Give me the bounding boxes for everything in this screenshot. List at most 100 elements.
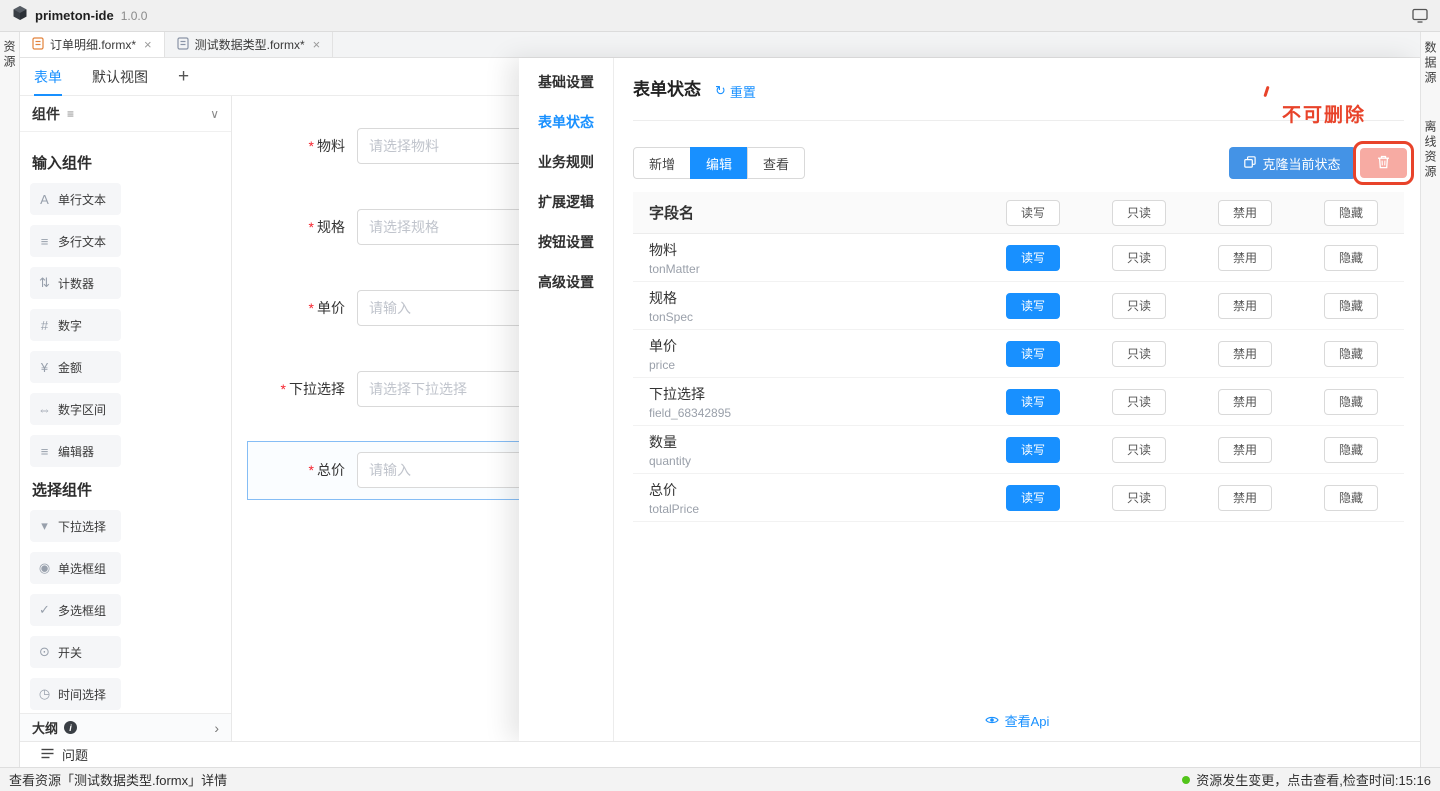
clone-current-state-button[interactable]: 克隆当前状态 xyxy=(1229,147,1356,179)
component-item-multiline-text[interactable]: ≡多行文本 xyxy=(30,225,121,257)
tab-label: 订单明细.formx* xyxy=(50,36,136,53)
mode-readwrite-button[interactable]: 读写 xyxy=(1006,437,1060,463)
tab-test-data-type[interactable]: 测试数据类型.formx* × xyxy=(165,32,334,57)
mode-disabled-button[interactable]: 禁用 xyxy=(1218,437,1272,463)
header-hidden-button[interactable]: 隐藏 xyxy=(1324,200,1378,226)
close-icon[interactable]: × xyxy=(144,37,152,52)
field-label: *物料 xyxy=(232,136,345,156)
page-title: 表单状态 xyxy=(633,75,701,100)
menu-basic-settings[interactable]: 基础设置 xyxy=(519,62,613,102)
switch-icon: ⊙ xyxy=(37,644,52,660)
mode-readwrite-button[interactable]: 读写 xyxy=(1006,245,1060,271)
component-item-switch[interactable]: ⊙开关 xyxy=(30,636,121,668)
mode-readonly-button[interactable]: 只读 xyxy=(1112,437,1166,463)
view-api-link[interactable]: 查看Api xyxy=(614,711,1420,730)
component-item-label: 数字区间 xyxy=(58,401,106,418)
component-item-radio-group[interactable]: ◉单选框组 xyxy=(30,552,121,584)
component-item-dropdown[interactable]: ▾下拉选择 xyxy=(30,510,121,542)
mode-readonly-button[interactable]: 只读 xyxy=(1112,389,1166,415)
close-icon[interactable]: × xyxy=(313,37,321,52)
mode-readwrite-button[interactable]: 读写 xyxy=(1006,341,1060,367)
monitor-icon[interactable] xyxy=(1412,8,1428,23)
number-icon: # xyxy=(37,318,52,333)
component-item-single-line-text[interactable]: A单行文本 xyxy=(30,183,121,215)
mode-readonly-button[interactable]: 只读 xyxy=(1112,341,1166,367)
outline-toggle[interactable]: 大纲 i › xyxy=(20,713,231,741)
component-item-label: 下拉选择 xyxy=(58,518,106,535)
component-item-time-picker[interactable]: ◷时间选择 xyxy=(30,678,121,710)
menu-advanced-settings[interactable]: 高级设置 xyxy=(519,262,613,302)
component-item-label: 多选框组 xyxy=(58,602,106,619)
components-title: 组件 xyxy=(32,104,60,124)
tab-order-detail[interactable]: 订单明细.formx* × xyxy=(20,32,165,57)
table-row: 物料tonMatter 读写 只读 禁用 隐藏 xyxy=(633,234,1404,282)
component-item-label: 计数器 xyxy=(58,275,94,292)
mode-readwrite-button[interactable]: 读写 xyxy=(1006,293,1060,319)
field-name: 总价 xyxy=(649,480,980,500)
component-item-checkbox-group[interactable]: ✓多选框组 xyxy=(30,594,121,626)
mode-readonly-button[interactable]: 只读 xyxy=(1112,245,1166,271)
header-disabled-button[interactable]: 禁用 xyxy=(1218,200,1272,226)
menu-form-state[interactable]: 表单状态 xyxy=(519,102,613,142)
state-tab-view[interactable]: 查看 xyxy=(747,147,805,179)
status-dot-icon xyxy=(1182,776,1190,784)
component-item-amount[interactable]: ¥金额 xyxy=(30,351,121,383)
drawer-menu: 基础设置 表单状态 业务规则 扩展逻辑 按钮设置 高级设置 xyxy=(519,58,614,741)
trash-icon xyxy=(1377,155,1390,172)
problems-bar[interactable]: 问题 xyxy=(20,741,1420,767)
menu-extension-logic[interactable]: 扩展逻辑 xyxy=(519,182,613,222)
app-version: 1.0.0 xyxy=(121,9,148,23)
radio-group-icon: ◉ xyxy=(37,560,52,576)
mode-hidden-button[interactable]: 隐藏 xyxy=(1324,293,1378,319)
amount-icon: ¥ xyxy=(37,360,52,375)
chevron-down-icon[interactable]: ∨ xyxy=(210,107,219,121)
datasource-rail-tab[interactable]: 数据源 xyxy=(1422,41,1439,86)
mode-readwrite-button[interactable]: 读写 xyxy=(1006,389,1060,415)
offline-resources-rail-tab[interactable]: 离线资源 xyxy=(1422,120,1439,180)
component-item-number-range[interactable]: ⇔数字区间 xyxy=(30,393,121,425)
required-mark: * xyxy=(309,219,314,235)
mode-disabled-button[interactable]: 禁用 xyxy=(1218,485,1272,511)
outline-label: 大纲 xyxy=(32,718,58,737)
mode-readonly-button[interactable]: 只读 xyxy=(1112,485,1166,511)
add-view-button[interactable]: + xyxy=(178,67,189,86)
component-item-number[interactable]: #数字 xyxy=(30,309,121,341)
resource-change-notice[interactable]: 资源发生变更，点击查看,检查时间:15:16 xyxy=(1182,770,1431,789)
component-item-counter[interactable]: ⇅计数器 xyxy=(30,267,121,299)
menu-business-rules[interactable]: 业务规则 xyxy=(519,142,613,182)
header-readwrite-button[interactable]: 读写 xyxy=(1006,200,1060,226)
mode-disabled-button[interactable]: 禁用 xyxy=(1218,293,1272,319)
required-mark: * xyxy=(281,381,286,397)
mode-readonly-button[interactable]: 只读 xyxy=(1112,293,1166,319)
header-readonly-button[interactable]: 只读 xyxy=(1112,200,1166,226)
column-field-name: 字段名 xyxy=(633,202,980,223)
delete-state-button[interactable] xyxy=(1360,148,1407,178)
tab-form[interactable]: 表单 xyxy=(34,58,62,95)
mode-readwrite-button[interactable]: 读写 xyxy=(1006,485,1060,511)
tab-default-view[interactable]: 默认视图 xyxy=(92,58,148,95)
mode-hidden-button[interactable]: 隐藏 xyxy=(1324,485,1378,511)
mode-disabled-button[interactable]: 禁用 xyxy=(1218,389,1272,415)
resources-rail-tab[interactable]: 资源 xyxy=(1,40,18,70)
component-item-label: 单行文本 xyxy=(58,191,106,208)
mode-disabled-button[interactable]: 禁用 xyxy=(1218,245,1272,271)
title-bar: primeton-ide 1.0.0 xyxy=(0,0,1440,32)
components-panel: 组件 ≡ ∨ 输入组件 A单行文本 ≡多行文本 ⇅计数器 #数字 ¥金额 ⇔数字… xyxy=(20,96,232,741)
required-mark: * xyxy=(309,300,314,316)
mode-hidden-button[interactable]: 隐藏 xyxy=(1324,437,1378,463)
mode-hidden-button[interactable]: 隐藏 xyxy=(1324,389,1378,415)
state-tab-add[interactable]: 新增 xyxy=(633,147,691,179)
mode-disabled-button[interactable]: 禁用 xyxy=(1218,341,1272,367)
components-panel-header[interactable]: 组件 ≡ ∨ xyxy=(20,96,231,132)
reset-button[interactable]: ↻ 重置 xyxy=(715,82,756,101)
menu-button-settings[interactable]: 按钮设置 xyxy=(519,222,613,262)
field-code: field_68342895 xyxy=(649,406,980,420)
component-item-editor[interactable]: ≡编辑器 xyxy=(30,435,121,467)
status-bar: 查看资源「测试数据类型.formx」详情 资源发生变更，点击查看,检查时间:15… xyxy=(0,767,1440,791)
tab-label: 测试数据类型.formx* xyxy=(195,36,305,53)
status-message: 查看资源「测试数据类型.formx」详情 xyxy=(9,770,227,789)
mode-hidden-button[interactable]: 隐藏 xyxy=(1324,341,1378,367)
state-tab-edit[interactable]: 编辑 xyxy=(690,147,748,179)
field-code: totalPrice xyxy=(649,502,980,516)
mode-hidden-button[interactable]: 隐藏 xyxy=(1324,245,1378,271)
